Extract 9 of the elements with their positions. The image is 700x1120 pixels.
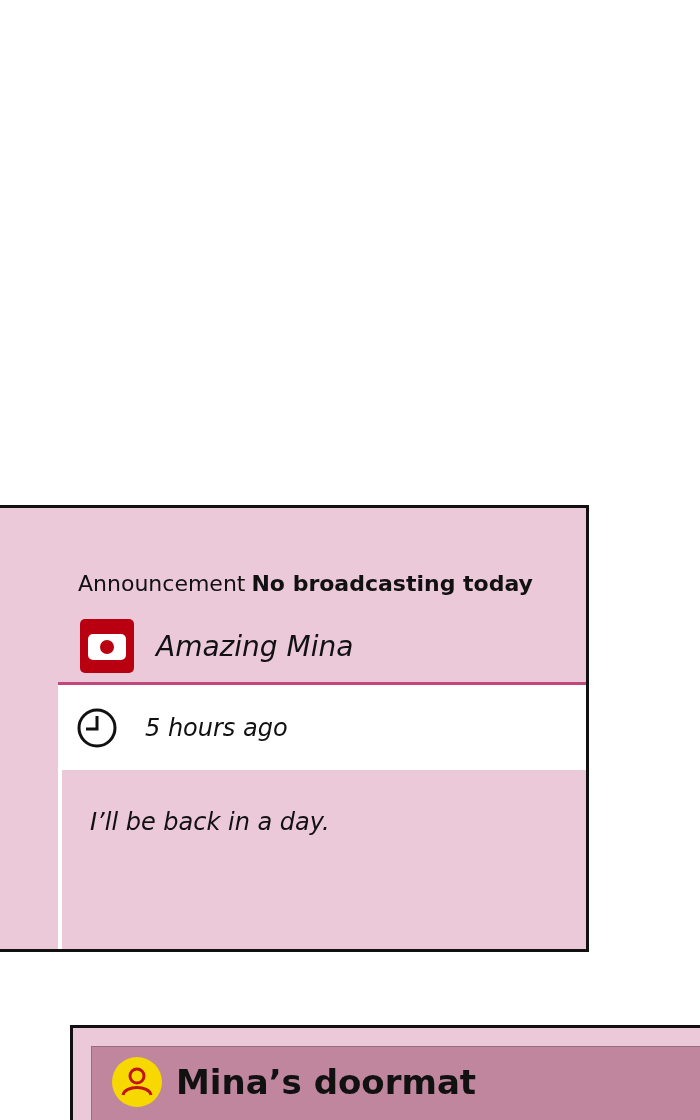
- post-text: I’ll be back in a day.: [90, 808, 330, 836]
- profile-name: Mina’s doormat: [176, 1061, 477, 1104]
- post-time: 5 hours ago: [145, 713, 288, 742]
- announcement-title: No broadcasting today: [251, 571, 533, 596]
- channel-name[interactable]: Amazing Mina: [156, 629, 354, 663]
- user-icon: [112, 1057, 162, 1107]
- announcement-label: Announcement: [78, 571, 246, 596]
- clock-icon: [77, 707, 117, 748]
- video-icon: [80, 619, 134, 673]
